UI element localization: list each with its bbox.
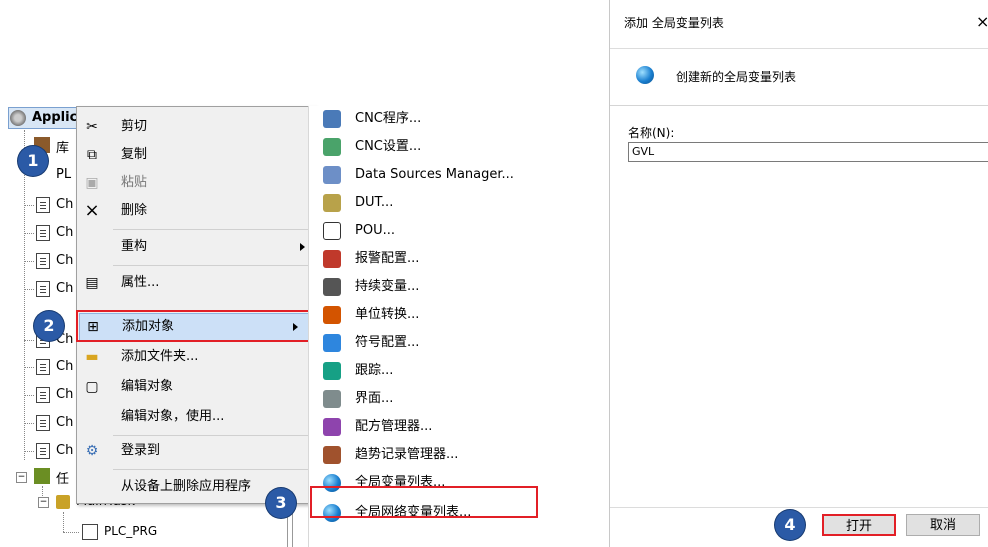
name-label: 名称(N):: [628, 126, 675, 140]
step-badge-4: 4: [775, 510, 805, 540]
menu-item-delete[interactable]: × 删除: [77, 197, 315, 225]
file-icon: [36, 281, 50, 297]
add-object-submenu: CNC程序... CNC设置... Data Sources Manager..…: [308, 106, 593, 547]
dialog-subtitle: 创建新的全局变量列表: [676, 70, 797, 84]
pou-icon: [323, 222, 341, 240]
tree-root-label: Applic: [32, 110, 78, 125]
unit-conversion-icon: [323, 306, 341, 324]
cancel-button[interactable]: 取消: [906, 514, 980, 536]
globe-icon: [636, 66, 654, 84]
tree-item-plc-prg[interactable]: PLC_PRG: [104, 524, 157, 538]
step-badge-2: 2: [34, 311, 64, 341]
submenu-item-unit-conversion[interactable]: 单位转换...: [309, 302, 593, 328]
folder-icon: ▬: [85, 349, 99, 365]
menu-item-edit-object-with[interactable]: 编辑对象，使用...: [77, 403, 315, 431]
login-icon: ⚙: [85, 443, 99, 459]
edit-object-icon: ▢: [85, 379, 99, 395]
tree-item-task-config[interactable]: 任: [56, 468, 69, 487]
submenu-item-pou[interactable]: POU...: [309, 218, 593, 244]
close-icon[interactable]: ×: [976, 12, 988, 31]
menu-item-properties[interactable]: ▤ 属性...: [77, 269, 315, 297]
file-icon: [36, 225, 50, 241]
application-gear-icon: [10, 110, 26, 126]
menu-item-cut[interactable]: ✂ 剪切: [77, 113, 315, 141]
persistent-icon: [323, 278, 341, 296]
tree-item-plc[interactable]: PL: [56, 167, 71, 182]
step-badge-3: 3: [266, 488, 296, 518]
tree-item[interactable]: Ch: [56, 197, 73, 212]
submenu-item-trend-manager[interactable]: 趋势记录管理器...: [309, 442, 593, 468]
task-config-icon: [34, 468, 50, 484]
tree-item[interactable]: Ch: [56, 443, 73, 458]
menu-item-copy[interactable]: ⧉ 复制: [77, 141, 315, 169]
submenu-arrow-icon: [300, 243, 305, 251]
symbol-config-icon: [323, 334, 341, 352]
recipe-manager-icon: [323, 418, 341, 436]
paste-icon: ▣: [85, 175, 99, 191]
file-icon: [36, 359, 50, 375]
collapse-toggle-icon[interactable]: −: [38, 497, 49, 508]
collapse-toggle-icon[interactable]: −: [16, 472, 27, 483]
submenu-item-cnc-program[interactable]: CNC程序...: [309, 106, 593, 132]
tree-item[interactable]: Ch: [56, 387, 73, 402]
pou-icon: [82, 524, 98, 540]
submenu-item-persistent-vars[interactable]: 持续变量...: [309, 274, 593, 300]
trace-icon: [323, 362, 341, 380]
properties-icon: ▤: [85, 275, 99, 291]
data-sources-icon: [323, 166, 341, 184]
alarm-icon: [323, 250, 341, 268]
step-badge-1: 1: [18, 146, 48, 176]
submenu-item-cnc-settings[interactable]: CNC设置...: [309, 134, 593, 160]
menu-item-paste[interactable]: ▣ 粘贴: [77, 169, 315, 197]
highlight-add-object: [76, 310, 312, 342]
task-icon: [56, 495, 70, 509]
tree-item[interactable]: Ch: [56, 225, 73, 240]
tree-item[interactable]: Ch: [56, 253, 73, 268]
submenu-item-alarm-config[interactable]: 报警配置...: [309, 246, 593, 272]
menu-item-add-folder[interactable]: ▬ 添加文件夹...: [77, 343, 315, 371]
file-icon: [36, 415, 50, 431]
submenu-item-symbol-config[interactable]: 符号配置...: [309, 330, 593, 356]
tree-item[interactable]: Ch: [56, 415, 73, 430]
add-global-var-list-dialog: 添加 全局变量列表 × 创建新的全局变量列表 名称(N): GVL 打开 取消: [609, 0, 988, 547]
name-field[interactable]: GVL: [628, 142, 988, 162]
menu-item-login[interactable]: ⚙ 登录到: [77, 437, 315, 465]
dialog-title: 添加 全局变量列表: [624, 16, 724, 30]
name-field-value: GVL: [632, 145, 655, 158]
file-icon: [36, 197, 50, 213]
submenu-item-dut[interactable]: DUT...: [309, 190, 593, 216]
highlight-global-var-list: [310, 486, 538, 518]
trend-manager-icon: [323, 446, 341, 464]
dut-icon: [323, 194, 341, 212]
submenu-item-recipe-manager[interactable]: 配方管理器...: [309, 414, 593, 440]
tree-item-library[interactable]: 库: [56, 137, 69, 156]
file-icon: [36, 253, 50, 269]
cnc-settings-icon: [323, 138, 341, 156]
menu-item-edit-object[interactable]: ▢ 编辑对象: [77, 373, 315, 401]
open-button[interactable]: 打开: [822, 514, 896, 536]
tree-item[interactable]: Ch: [56, 281, 73, 296]
file-icon: [36, 387, 50, 403]
cnc-program-icon: [323, 110, 341, 128]
file-icon: [36, 443, 50, 459]
interface-icon: [323, 390, 341, 408]
copy-icon: ⧉: [87, 147, 97, 163]
submenu-item-trace[interactable]: 跟踪...: [309, 358, 593, 384]
scissors-icon: ✂: [86, 119, 98, 135]
menu-item-refactor[interactable]: 重构: [77, 233, 315, 261]
delete-icon: ×: [84, 200, 100, 221]
submenu-item-data-sources-manager[interactable]: Data Sources Manager...: [309, 162, 593, 188]
tree-item[interactable]: Ch: [56, 359, 73, 374]
submenu-item-interface[interactable]: 界面...: [309, 386, 593, 412]
context-menu: ✂ 剪切 ⧉ 复制 ▣ 粘贴 × 删除 重构 ▤ 属性... ⊞ 添加对象 ▬ …: [76, 106, 316, 504]
